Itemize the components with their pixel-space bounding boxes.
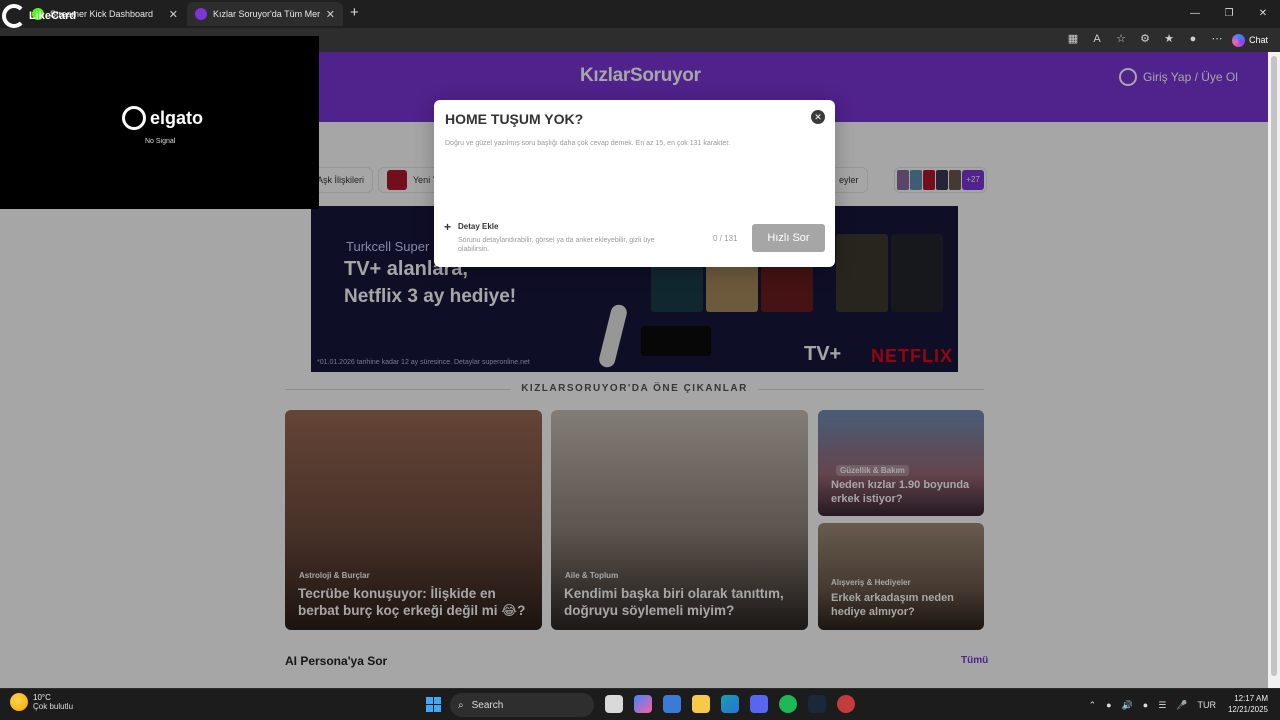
weather-widget[interactable]: 10°C Çok bulutlu bbox=[10, 693, 73, 711]
elgato-icon bbox=[122, 106, 146, 130]
tab-title: Kızlar Soruyor'da Tüm Merak Ettik bbox=[213, 9, 320, 19]
windows-logo-icon bbox=[434, 697, 441, 704]
capture-preview-window[interactable]: elgato No Signal bbox=[0, 36, 319, 209]
quick-ask-button[interactable]: Hızlı Sor bbox=[752, 224, 825, 252]
app-icon[interactable] bbox=[837, 695, 855, 713]
likecard-label: LikeCard bbox=[29, 10, 77, 22]
more-icon[interactable]: ⋯ bbox=[1210, 32, 1224, 46]
weather-icon bbox=[10, 693, 28, 711]
maximize-button[interactable]: ❐ bbox=[1212, 0, 1246, 28]
page-scrollbar[interactable] bbox=[1268, 52, 1280, 688]
time: 12:17 AM bbox=[1234, 694, 1268, 703]
tray-app-icon[interactable]: ● bbox=[1106, 700, 1111, 710]
windows-logo-icon bbox=[426, 697, 433, 704]
copilot-app-icon[interactable] bbox=[634, 695, 652, 713]
search-icon: ⌕ bbox=[458, 699, 464, 711]
windows-logo-icon bbox=[434, 705, 441, 712]
toolbar-icons: ▦ A ☆ ⚙ ★ ● ⋯ bbox=[1066, 32, 1224, 46]
no-signal-label: No Signal bbox=[145, 138, 176, 145]
star-icon[interactable]: ☆ bbox=[1114, 32, 1128, 46]
taskbar-search[interactable]: ⌕ Search bbox=[450, 693, 594, 717]
file-explorer-icon[interactable] bbox=[692, 695, 710, 713]
date: 12/21/2025 bbox=[1227, 705, 1268, 715]
ask-question-modal: ✕ Doğru ve güzel yazılmış soru başlığı d… bbox=[434, 100, 835, 267]
question-hint: Doğru ve güzel yazılmış soru başlığı dah… bbox=[445, 140, 731, 147]
weather-condition: Çok bulutlu bbox=[33, 702, 74, 711]
chevron-up-icon[interactable]: ⌃ bbox=[1089, 700, 1097, 711]
add-detail-description: Sorunu detaylandırabilir, görsel ya da a… bbox=[458, 237, 655, 254]
scrollbar-thumb[interactable] bbox=[1271, 56, 1277, 676]
tab-kizlar-soruyor[interactable]: Kızlar Soruyor'da Tüm Merak Ettik ✕ bbox=[187, 2, 343, 26]
plus-icon[interactable]: + bbox=[444, 220, 451, 234]
kizlarsoruyor-favicon-icon bbox=[195, 8, 207, 20]
steam-icon[interactable] bbox=[808, 695, 826, 713]
copilot-label: Chat bbox=[1248, 35, 1268, 45]
browser-tab-bar: Streamer Kick Dashboard ✕ Kızlar Soruyor… bbox=[0, 0, 1280, 28]
temperature: 10°C bbox=[33, 693, 51, 702]
new-tab-button[interactable]: + bbox=[350, 4, 359, 21]
task-view-icon[interactable] bbox=[605, 695, 623, 713]
likecard-overlay: LikeCard bbox=[2, 4, 76, 28]
language-indicator[interactable]: TUR bbox=[1198, 700, 1217, 710]
extensions-icon[interactable]: ⚙ bbox=[1138, 32, 1152, 46]
add-detail-button[interactable]: Detay Ekle bbox=[458, 222, 498, 231]
minimize-button[interactable]: — bbox=[1178, 0, 1212, 28]
copilot-icon bbox=[1231, 33, 1245, 47]
edge-icon[interactable] bbox=[721, 695, 739, 713]
close-modal-button[interactable]: ✕ bbox=[811, 110, 825, 124]
window-controls: — ❐ ✕ bbox=[1178, 0, 1280, 28]
likecard-logo-icon bbox=[2, 4, 26, 28]
search-label: Search bbox=[471, 699, 504, 711]
tray-app-icon[interactable]: ● bbox=[1143, 700, 1148, 710]
system-tray: ⌃ ● 🔊 ● ☰ 🎤 TUR bbox=[1089, 689, 1216, 720]
spotify-icon[interactable] bbox=[779, 695, 797, 713]
start-button[interactable] bbox=[426, 697, 441, 712]
favorites-icon[interactable]: ★ bbox=[1162, 32, 1176, 46]
microphone-icon[interactable]: 🎤 bbox=[1176, 700, 1187, 711]
taskbar-apps bbox=[605, 695, 855, 713]
windows-logo-icon bbox=[426, 705, 433, 712]
question-title-input[interactable] bbox=[445, 111, 785, 127]
profile-icon[interactable]: ● bbox=[1186, 32, 1200, 46]
read-aloud-icon[interactable]: A bbox=[1090, 32, 1104, 46]
elgato-wordmark: elgato bbox=[150, 107, 204, 128]
close-tab-icon[interactable]: ✕ bbox=[326, 8, 335, 21]
clock[interactable]: 12:17 AM 12/21/2025 bbox=[1228, 693, 1268, 715]
store-icon[interactable] bbox=[663, 695, 681, 713]
network-icon[interactable]: ☰ bbox=[1158, 700, 1166, 711]
copilot-chat-button[interactable]: Chat bbox=[1226, 31, 1274, 49]
elgato-logo: elgato bbox=[122, 106, 203, 130]
discord-icon[interactable] bbox=[750, 695, 768, 713]
character-counter: 0 / 131 bbox=[713, 234, 738, 243]
volume-icon[interactable]: 🔊 bbox=[1122, 700, 1133, 711]
close-tab-icon[interactable]: ✕ bbox=[169, 8, 178, 21]
close-window-button[interactable]: ✕ bbox=[1246, 0, 1280, 28]
grid-icon[interactable]: ▦ bbox=[1066, 32, 1080, 46]
windows-taskbar: 10°C Çok bulutlu ⌕ Search ⌃ ● 🔊 ● ☰ 🎤 TU… bbox=[0, 688, 1280, 720]
